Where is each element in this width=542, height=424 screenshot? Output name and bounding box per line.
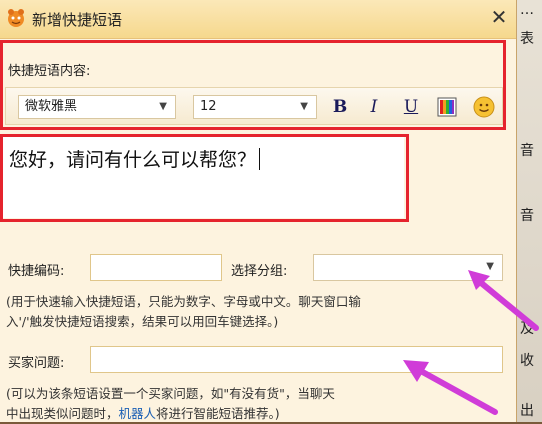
group-label: 选择分组:: [231, 264, 288, 279]
buyer-question-label: 买家问题:: [8, 356, 65, 371]
background-text: 表: [520, 31, 534, 47]
background-text: 出: [520, 403, 534, 419]
background-text: 音: [520, 208, 534, 224]
code-hint: (用于快速输入快捷短语，只能为数字、字母或中文。聊天窗口输 入'/'触发快捷短语…: [6, 294, 361, 329]
quick-code-input[interactable]: [90, 254, 222, 281]
app-logo-icon: [8, 9, 24, 27]
code-label: 快捷编码:: [8, 264, 65, 279]
content-highlight-box: [0, 134, 409, 222]
background-text: …: [520, 2, 534, 18]
dialog-title: 新增快捷短语: [32, 11, 123, 29]
arrow-annotation-group: [468, 270, 539, 331]
arrow-annotation-question: [403, 360, 498, 415]
background-text: 音: [520, 143, 534, 159]
close-icon: ✕: [490, 5, 508, 29]
close-button[interactable]: ✕: [488, 6, 510, 28]
toolbar-highlight-box: [0, 40, 506, 130]
robot-link[interactable]: 机器人: [119, 406, 157, 421]
background-text: 收: [520, 353, 534, 369]
title-bar[interactable]: 新增快捷短语 ✕: [0, 0, 516, 39]
